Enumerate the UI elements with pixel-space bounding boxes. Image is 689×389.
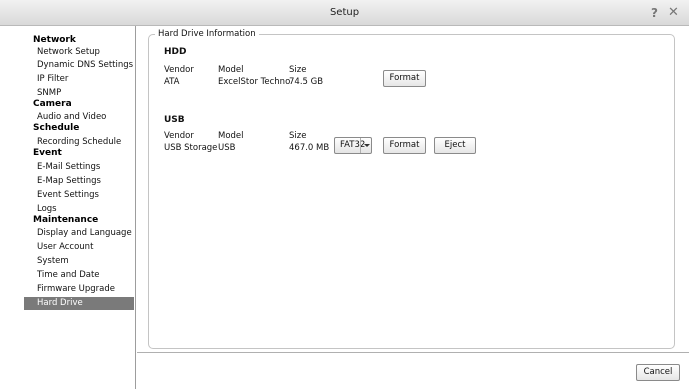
sidebar: Network Network Setup Dynamic DNS Settin… [0, 26, 136, 389]
sidebar-item-network-setup[interactable]: Network Setup [24, 46, 134, 59]
sidebar-item-ip-filter[interactable]: IP Filter [24, 73, 134, 86]
usb-eject-button[interactable]: Eject [434, 137, 476, 154]
hdd-format-button[interactable]: Format [383, 70, 426, 87]
usb-model-value: USB [218, 143, 236, 153]
title-bar: Setup ? ✕ [0, 0, 689, 26]
help-icon[interactable]: ? [651, 6, 658, 20]
usb-size-value: 467.0 MB [289, 143, 330, 153]
sidebar-category-camera: Camera [33, 99, 72, 109]
usb-col-model: Model [218, 131, 244, 141]
hdd-col-vendor: Vendor [164, 65, 194, 75]
sidebar-item-display-and-language[interactable]: Display and Language [24, 227, 134, 240]
hdd-col-model: Model [218, 65, 244, 75]
hdd-heading: HDD [164, 47, 187, 57]
usb-filesystem-select[interactable]: FAT32 [334, 137, 372, 154]
hdd-model-value: ExcelStor Techno [218, 77, 291, 87]
sidebar-category-network: Network [33, 35, 76, 45]
sidebar-item-emap-settings[interactable]: E-Map Settings [24, 175, 134, 188]
usb-heading: USB [164, 115, 185, 125]
hdd-vendor-value: ATA [164, 77, 180, 87]
hdd-size-value: 74.5 GB [289, 77, 324, 87]
usb-col-size: Size [289, 131, 307, 141]
sidebar-item-event-settings[interactable]: Event Settings [24, 189, 134, 202]
usb-format-button[interactable]: Format [383, 137, 426, 154]
usb-col-vendor: Vendor [164, 131, 194, 141]
sidebar-item-user-account[interactable]: User Account [24, 241, 134, 254]
close-icon[interactable]: ✕ [668, 5, 679, 20]
sidebar-item-time-and-date[interactable]: Time and Date [24, 269, 134, 282]
sidebar-item-firmware-upgrade[interactable]: Firmware Upgrade [24, 283, 134, 296]
sidebar-category-schedule: Schedule [33, 123, 80, 133]
sidebar-item-dynamic-dns-settings[interactable]: Dynamic DNS Settings [24, 59, 134, 72]
sidebar-item-system[interactable]: System [24, 255, 134, 268]
chevron-down-icon [360, 138, 371, 153]
window-title: Setup [329, 7, 360, 18]
sidebar-category-maintenance: Maintenance [33, 215, 99, 225]
sidebar-category-event: Event [33, 148, 62, 158]
cancel-button[interactable]: Cancel [636, 364, 680, 381]
panel-legend: Hard Drive Information [155, 29, 259, 39]
usb-vendor-value: USB Storage [164, 143, 218, 153]
sidebar-item-hard-drive[interactable]: Hard Drive [24, 297, 134, 310]
footer-bar: Cancel [137, 352, 689, 389]
hdd-col-size: Size [289, 65, 307, 75]
sidebar-item-email-settings[interactable]: E-Mail Settings [24, 161, 134, 174]
